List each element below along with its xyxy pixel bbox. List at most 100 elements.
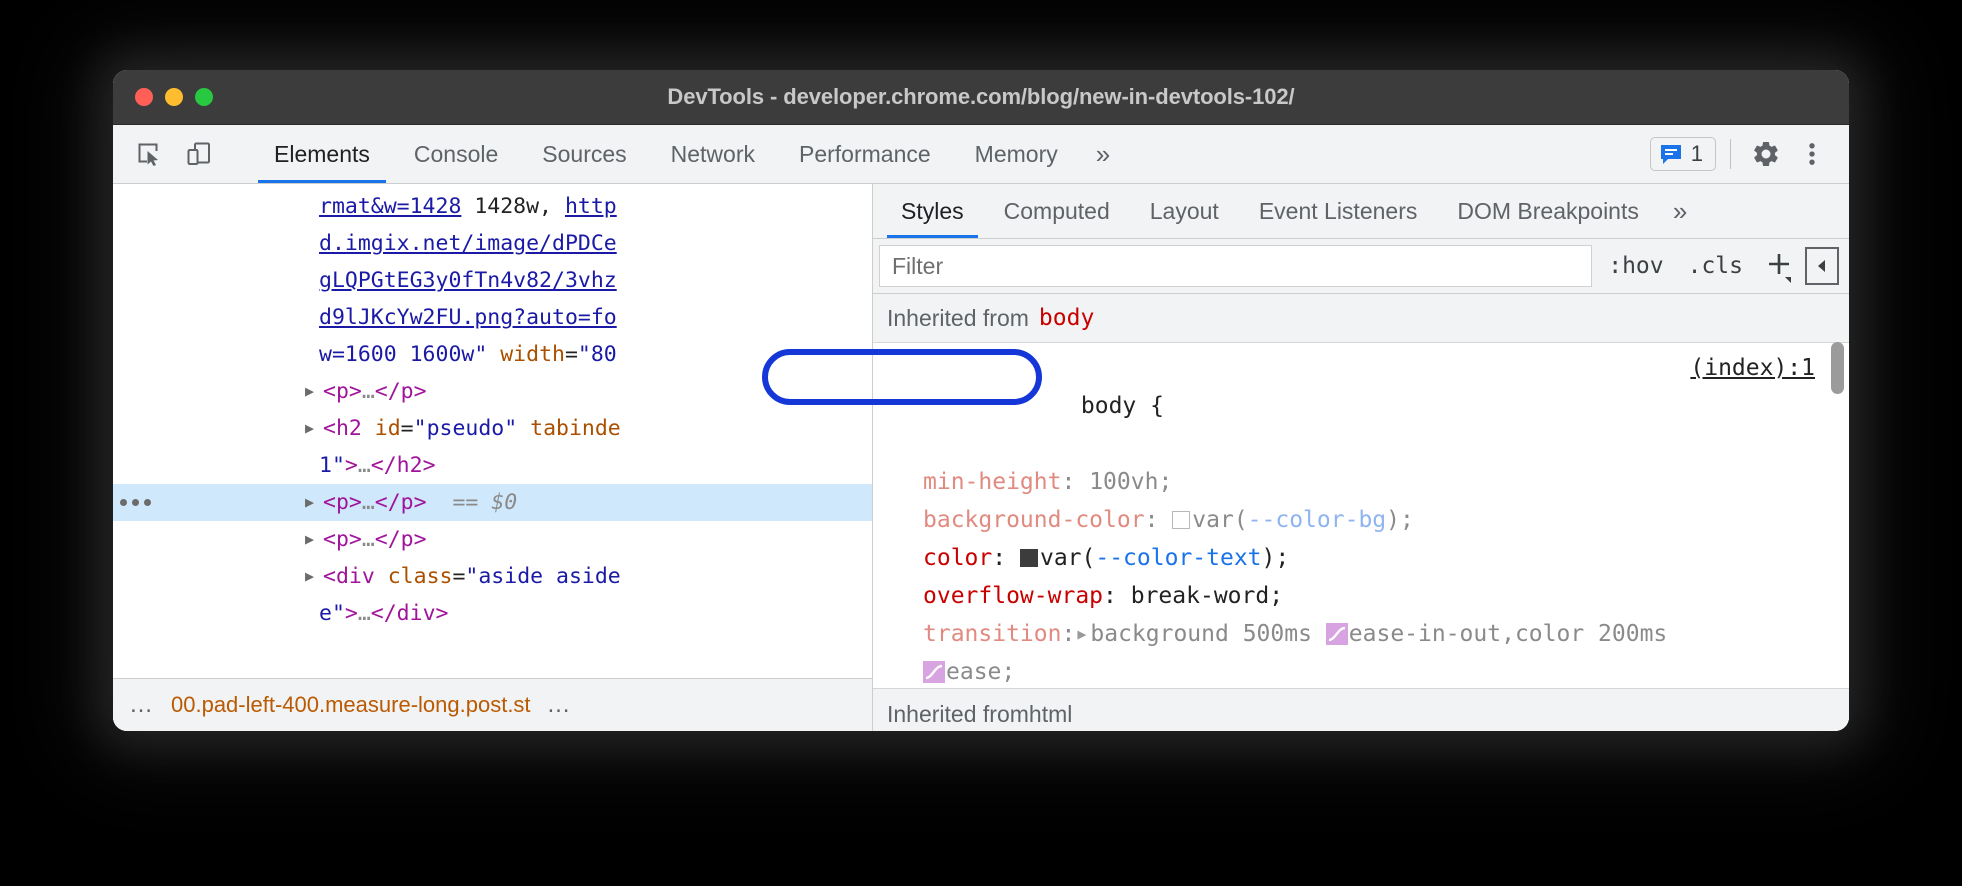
more-tabs-chevron-icon[interactable]: » — [1080, 125, 1126, 183]
tab-layout[interactable]: Layout — [1130, 184, 1239, 238]
node-p-selected[interactable]: ▶<p>…</p> == $0 — [113, 484, 872, 521]
dots-icon[interactable] — [120, 499, 151, 506]
dom-row-text: d.imgix.net/image/dPDCe — [319, 225, 617, 262]
css-value-token: var( — [1040, 545, 1095, 571]
css-semicolon: ; — [1001, 659, 1015, 685]
node-actions-badge[interactable] — [113, 484, 157, 521]
dom-tree-pane: rmat&w=1428 1428w, http d.imgix.net/image… — [113, 184, 873, 731]
hov-button[interactable]: :hov — [1600, 253, 1671, 279]
tab-dom-breakpoints[interactable]: DOM Breakpoints — [1437, 184, 1659, 238]
tab-memory[interactable]: Memory — [953, 125, 1080, 183]
gear-icon[interactable] — [1745, 133, 1787, 175]
node-p-2[interactable]: ▶<p>…</p> — [113, 521, 872, 558]
css-declaration[interactable]: min-height: 100vh; — [887, 463, 1849, 501]
bezier-curve-icon[interactable] — [923, 661, 945, 683]
css-property-name[interactable]: overflow-wrap — [923, 583, 1103, 609]
color-swatch-icon[interactable] — [1020, 549, 1038, 567]
token-tag: <div — [323, 564, 388, 589]
expand-shorthand-icon[interactable]: ▶ — [1077, 615, 1086, 653]
styles-scrollbar[interactable] — [1829, 300, 1845, 731]
breadcrumb-overflow-left[interactable]: … — [123, 691, 161, 719]
css-value-token: --color-bg — [1248, 507, 1386, 533]
css-declaration[interactable]: overflow-wrap: break-word; — [887, 577, 1849, 615]
expand-triangle-icon[interactable]: ▶ — [305, 410, 323, 447]
filter-input[interactable] — [879, 245, 1592, 287]
inherited-prefix: Inherited from — [887, 305, 1029, 332]
window-title: DevTools - developer.chrome.com/blog/new… — [113, 84, 1849, 110]
css-property-name[interactable]: background-color — [923, 507, 1145, 533]
breadcrumb-overflow-right[interactable]: … — [541, 691, 579, 719]
tab-styles[interactable]: Styles — [881, 184, 984, 238]
tab-performance[interactable]: Performance — [777, 125, 953, 183]
dom-tree[interactable]: rmat&w=1428 1428w, http d.imgix.net/image… — [113, 184, 872, 678]
srcset-line-3[interactable]: gLQPGtEG3y0fTn4v82/3vhz — [113, 262, 872, 299]
token-plain: = — [565, 342, 578, 367]
inherited-selector-body[interactable]: body — [1039, 305, 1094, 331]
css-value-token: ) — [1262, 545, 1276, 571]
color-swatch-icon[interactable] — [1172, 511, 1190, 529]
close-window-button[interactable] — [135, 88, 153, 106]
expand-triangle-icon[interactable]: ▶ — [305, 373, 323, 410]
inherited-from-body-header[interactable]: Inherited from body — [873, 294, 1849, 343]
srcset-line-5[interactable]: w=1600 1600w" width="80 — [113, 336, 872, 373]
expand-triangle-icon[interactable]: ▶ — [305, 521, 323, 558]
styles-scrollbar-thumb[interactable] — [1831, 342, 1844, 394]
screenshot-stage: DevTools - developer.chrome.com/blog/new… — [0, 0, 1962, 886]
token-link[interactable]: rmat&w=1428 — [319, 194, 461, 219]
css-property-name[interactable]: color — [923, 545, 992, 571]
node-div-aside-cont[interactable]: e">…</div> — [113, 595, 872, 632]
tab-console[interactable]: Console — [392, 125, 520, 183]
tab-event-listeners[interactable]: Event Listeners — [1239, 184, 1438, 238]
srcset-line-4[interactable]: d9lJKcYw2FU.png?auto=fo — [113, 299, 872, 336]
tab-elements[interactable]: Elements — [252, 125, 392, 183]
node-div-aside[interactable]: ▶<div class="aside aside — [113, 558, 872, 595]
css-property-name[interactable]: transition — [923, 621, 1061, 647]
expand-triangle-icon[interactable]: ▶ — [305, 558, 323, 595]
css-declaration[interactable]: color: var(--color-text); — [887, 539, 1849, 577]
token-link[interactable]: http — [565, 194, 617, 219]
bezier-curve-icon[interactable] — [1326, 623, 1348, 645]
console-message-badge[interactable]: 1 — [1650, 137, 1716, 171]
token-plain — [487, 342, 500, 367]
token-attr: tabinde — [530, 416, 621, 441]
new-style-rule-button[interactable] — [1759, 249, 1797, 283]
cls-button[interactable]: .cls — [1680, 253, 1751, 279]
node-p-1[interactable]: ▶<p>…</p> — [113, 373, 872, 410]
token-val: w=1600 1600w" — [319, 342, 487, 367]
node-h2-pseudo-cont[interactable]: 1">…</h2> — [113, 447, 872, 484]
css-declaration-continuation[interactable]: ease; — [887, 653, 1849, 691]
device-toolbar-icon[interactable] — [179, 134, 219, 174]
expand-triangle-icon[interactable]: ▶ — [305, 484, 323, 521]
inspect-element-icon[interactable] — [129, 134, 169, 174]
token-val: 1" — [319, 453, 345, 478]
rule-open-brace: { — [1150, 393, 1164, 419]
tab-computed[interactable]: Computed — [984, 184, 1130, 238]
dom-row-gutter — [113, 373, 157, 410]
srcset-line-2[interactable]: d.imgix.net/image/dPDCe — [113, 225, 872, 262]
tab-sources[interactable]: Sources — [520, 125, 648, 183]
message-icon — [1659, 142, 1683, 166]
token-link[interactable]: d.imgix.net/image/dPDCe — [319, 231, 617, 256]
css-property-name[interactable]: min-height — [923, 469, 1061, 495]
css-declaration[interactable]: background-color: var(--color-bg); — [887, 501, 1849, 539]
maximize-window-button[interactable] — [195, 88, 213, 106]
css-rule-body: (index):1 body { min-height: 100vh;backg… — [873, 343, 1849, 729]
devtools-window: DevTools - developer.chrome.com/blog/new… — [113, 70, 1849, 731]
dom-row-gutter — [113, 558, 157, 595]
tab-network[interactable]: Network — [649, 125, 777, 183]
dom-row-gutter — [113, 447, 157, 484]
kebab-menu-icon[interactable] — [1791, 133, 1833, 175]
minimize-window-button[interactable] — [165, 88, 183, 106]
css-declaration[interactable]: transition:▶background 500ms ease-in-out… — [887, 615, 1849, 653]
node-h2-pseudo[interactable]: ▶<h2 id="pseudo" tabinde — [113, 410, 872, 447]
panel-collapse-icon[interactable] — [1805, 247, 1839, 285]
token-link[interactable]: d9lJKcYw2FU.png?auto=fo — [319, 305, 617, 330]
styles-more-tabs-chevron-icon[interactable]: » — [1659, 184, 1701, 238]
token-link[interactable]: gLQPGtEG3y0fTn4v82/3vhz — [319, 268, 617, 293]
breadcrumb-item[interactable]: 00.pad-left-400.measure-long.post.st — [171, 692, 531, 718]
inherited-selector-html[interactable]: html — [1029, 701, 1072, 728]
stylesheet-source-link[interactable]: (index):1 — [1690, 349, 1815, 387]
srcset-attribute-continuation[interactable]: rmat&w=1428 1428w, http — [113, 188, 872, 225]
inherited-from-html-header[interactable]: Inherited from html — [873, 688, 1849, 731]
token-plain — [478, 490, 491, 515]
